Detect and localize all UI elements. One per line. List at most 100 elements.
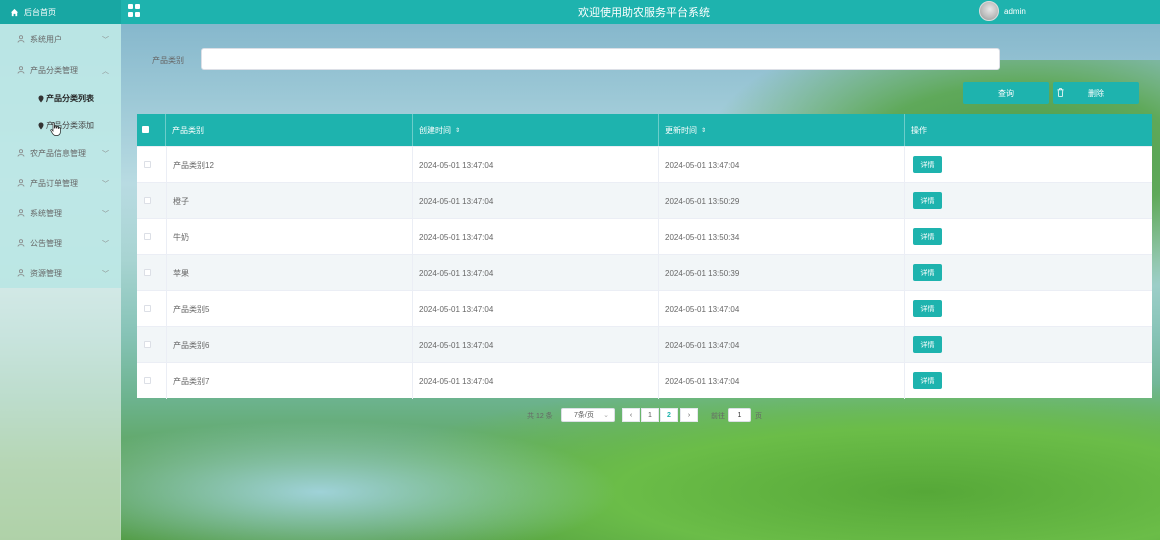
sort-icon[interactable]: ⇕ — [701, 127, 706, 134]
cell-actions: 详情 — [905, 147, 1152, 183]
trash-icon — [1057, 88, 1064, 97]
column-updated[interactable]: 更新时间 ⇕ — [659, 114, 905, 146]
top-header: 后台首页 欢迎使用助农服务平台系统 admin — [0, 0, 1160, 24]
sidebar-item-label: 产品分类管理 — [30, 65, 78, 75]
cell-category: 产品类别5 — [166, 291, 413, 327]
cell-created: 2024-05-01 13:47:04 — [413, 219, 659, 255]
cell-category: 苹果 — [166, 255, 413, 291]
row-checkbox[interactable] — [144, 269, 151, 276]
sidebar-item-orders[interactable]: 产品订单管理 ﹀ — [0, 168, 121, 198]
user-name[interactable]: admin — [1004, 7, 1026, 16]
user-icon — [17, 66, 25, 74]
row-checkbox[interactable] — [144, 197, 151, 204]
sort-icon[interactable]: ⇕ — [455, 127, 460, 134]
location-pin-icon — [38, 122, 44, 129]
delete-button-label: 删除 — [1088, 88, 1104, 98]
detail-button[interactable]: 详情 — [913, 372, 942, 389]
cell-actions: 详情 — [905, 327, 1152, 363]
goto-page-input[interactable]: 1 — [728, 408, 751, 422]
cell-updated: 2024-05-01 13:50:29 — [659, 183, 905, 219]
table-row: 产品类别7 2024-05-01 13:47:04 2024-05-01 13:… — [137, 362, 1152, 399]
cell-updated: 2024-05-01 13:47:04 — [659, 147, 905, 183]
prev-page-button[interactable]: ‹ — [622, 408, 640, 422]
detail-button[interactable]: 详情 — [913, 336, 942, 353]
user-icon — [17, 179, 25, 187]
sidebar-item-label: 产品订单管理 — [30, 178, 78, 188]
cell-actions: 详情 — [905, 219, 1152, 255]
hand-cursor-icon — [50, 122, 61, 136]
sidebar-item-label: 农产品信息管理 — [30, 148, 86, 158]
avatar[interactable] — [979, 1, 999, 21]
sidebar-item-agri-products[interactable]: 农产品信息管理 ﹀ — [0, 138, 121, 168]
sidebar-item-resources[interactable]: 资源管理 ﹀ — [0, 258, 121, 288]
cell-updated: 2024-05-01 13:50:34 — [659, 219, 905, 255]
category-search-input[interactable] — [201, 48, 1000, 70]
cell-updated: 2024-05-01 13:50:39 — [659, 255, 905, 291]
page-size-select[interactable]: 7条/页 ⌄ — [561, 408, 615, 422]
user-icon — [17, 269, 25, 277]
detail-button[interactable]: 详情 — [913, 300, 942, 317]
cell-updated: 2024-05-01 13:47:04 — [659, 291, 905, 327]
cell-actions: 详情 — [905, 255, 1152, 291]
row-checkbox[interactable] — [144, 305, 151, 312]
sidebar-item-system-users[interactable]: 系统用户 ﹀ — [0, 24, 121, 54]
cell-updated: 2024-05-01 13:47:04 — [659, 327, 905, 363]
sidebar-subitem-category-list[interactable]: 产品分类列表 — [0, 85, 121, 112]
location-pin-icon — [38, 95, 44, 102]
sidebar-item-product-category[interactable]: 产品分类管理 ︿ — [0, 55, 121, 85]
detail-button[interactable]: 详情 — [913, 156, 942, 173]
user-icon — [17, 149, 25, 157]
user-icon — [17, 35, 25, 43]
cell-created: 2024-05-01 13:47:04 — [413, 255, 659, 291]
chevron-down-icon: ⌄ — [603, 412, 609, 419]
detail-button[interactable]: 详情 — [913, 192, 942, 209]
cell-category: 产品类别7 — [166, 363, 413, 399]
select-all-header — [137, 114, 166, 146]
delete-button[interactable]: 删除 — [1053, 82, 1139, 104]
select-all-checkbox[interactable] — [142, 126, 149, 133]
row-checkbox[interactable] — [144, 161, 151, 168]
chevron-down-icon: ﹀ — [102, 151, 109, 158]
sidebar-item-system[interactable]: 系统管理 ﹀ — [0, 198, 121, 228]
cell-created: 2024-05-01 13:47:04 — [413, 291, 659, 327]
row-checkbox[interactable] — [144, 377, 151, 384]
cell-actions: 详情 — [905, 291, 1152, 327]
page-button-2[interactable]: 2 — [660, 408, 678, 422]
chevron-up-icon: ︿ — [102, 68, 109, 75]
chevron-down-icon: ﹀ — [102, 181, 109, 188]
next-page-button[interactable]: › — [680, 408, 698, 422]
sidebar-subitem-label: 产品分类列表 — [46, 94, 94, 103]
row-checkbox[interactable] — [144, 233, 151, 240]
query-button[interactable]: 查询 — [963, 82, 1049, 104]
sidebar-item-announcements[interactable]: 公告管理 ﹀ — [0, 228, 121, 258]
table-row: 产品类别6 2024-05-01 13:47:04 2024-05-01 13:… — [137, 326, 1152, 363]
cell-category: 产品类别12 — [166, 147, 413, 183]
chevron-down-icon: ﹀ — [102, 271, 109, 278]
pagination-total: 共 12 条 — [527, 413, 553, 420]
cell-category: 产品类别6 — [166, 327, 413, 363]
cell-created: 2024-05-01 13:47:04 — [413, 183, 659, 219]
goto-unit: 页 — [755, 413, 762, 420]
sidebar-item-label: 资源管理 — [30, 268, 62, 278]
page-button-1[interactable]: 1 — [641, 408, 659, 422]
detail-button[interactable]: 详情 — [913, 264, 942, 281]
user-icon — [17, 209, 25, 217]
sidebar-item-label: 系统管理 — [30, 208, 62, 218]
table-row: 牛奶 2024-05-01 13:47:04 2024-05-01 13:50:… — [137, 218, 1152, 255]
sidebar-item-label: 系统用户 — [30, 34, 62, 44]
background-hill — [120, 420, 620, 540]
table-row: 产品类别12 2024-05-01 13:47:04 2024-05-01 13… — [137, 146, 1152, 183]
table-row: 橙子 2024-05-01 13:47:04 2024-05-01 13:50:… — [137, 182, 1152, 219]
user-icon — [17, 239, 25, 247]
cell-created: 2024-05-01 13:47:04 — [413, 363, 659, 399]
row-checkbox[interactable] — [144, 341, 151, 348]
pagination: 共 12 条 7条/页 ⌄ ‹ 1 2 › 前往 1 页 — [0, 408, 1160, 422]
cell-created: 2024-05-01 13:47:04 — [413, 147, 659, 183]
cell-category: 牛奶 — [166, 219, 413, 255]
chevron-down-icon: ﹀ — [102, 37, 109, 44]
cell-category: 橙子 — [166, 183, 413, 219]
goto-label: 前往 — [711, 413, 725, 420]
column-actions: 操作 — [911, 125, 927, 135]
detail-button[interactable]: 详情 — [913, 228, 942, 245]
column-created[interactable]: 创建时间 ⇕ — [413, 114, 659, 146]
